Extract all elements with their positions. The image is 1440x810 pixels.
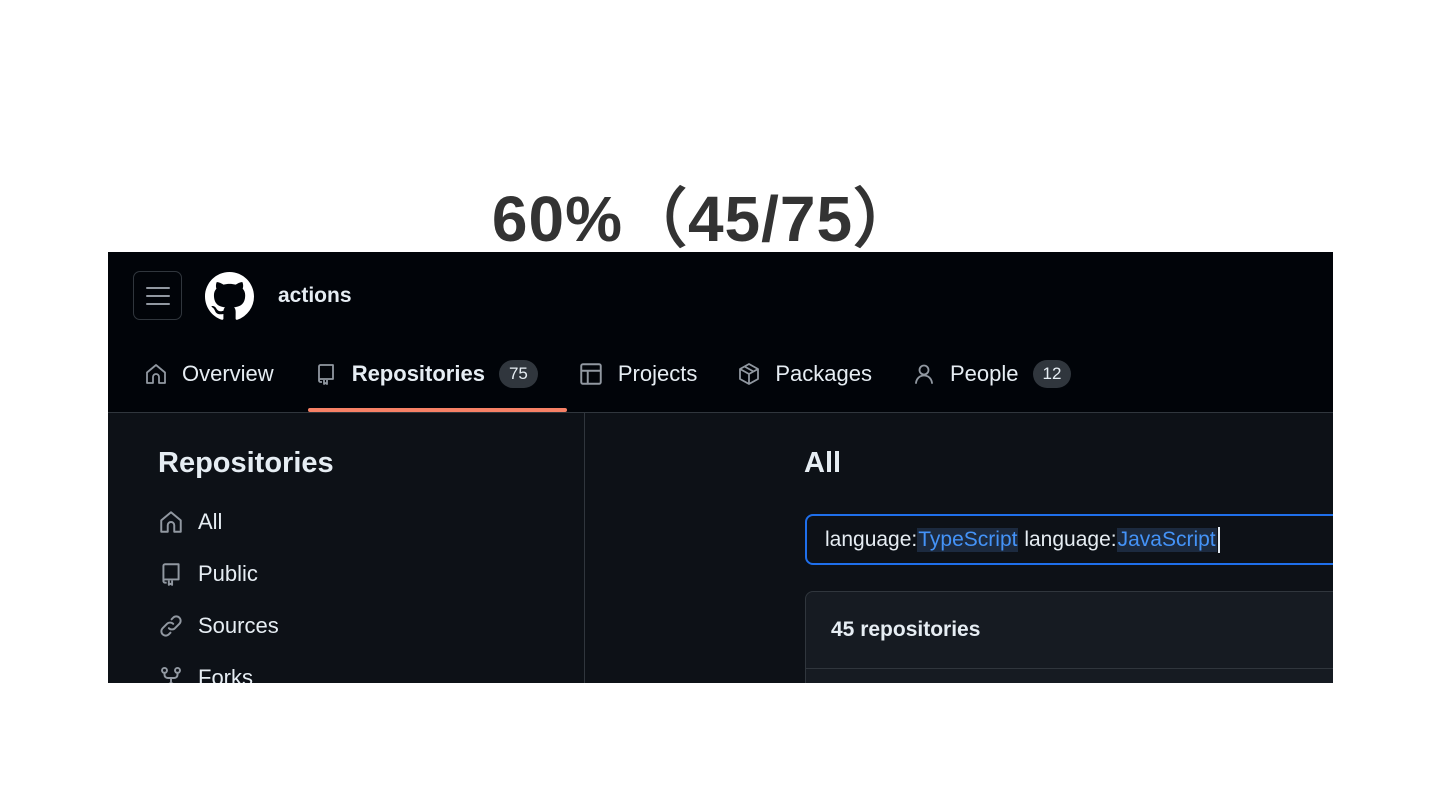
divider [806, 668, 1333, 669]
sidebar-item-public[interactable]: Public [158, 561, 258, 587]
tab-projects[interactable]: Projects [578, 361, 697, 387]
search-filter-value: TypeScript [917, 527, 1019, 552]
sidebar-item-all[interactable]: All [158, 509, 222, 535]
results-panel: 45 repositories [805, 591, 1333, 683]
org-name[interactable]: actions [278, 284, 352, 308]
home-icon [160, 511, 182, 533]
repository-search-input[interactable]: language: TypeScript language: JavaScript [805, 514, 1333, 565]
tab-label: Packages [775, 361, 872, 386]
sidebar-item-label: All [198, 509, 223, 534]
package-icon [739, 363, 760, 385]
sidebar-item-sources[interactable]: Sources [158, 613, 279, 639]
main-title: All [804, 447, 842, 479]
search-filter-key: language: [1024, 527, 1117, 551]
sidebar-item-label: Forks [198, 665, 253, 683]
people-count-badge: 12 [1032, 360, 1072, 388]
search-filter-value: JavaScript [1116, 527, 1217, 552]
sidebar-item-label: Public [198, 561, 258, 586]
repositories-sidebar: Repositories All Public Sources Forks [108, 413, 585, 683]
tab-repositories[interactable]: Repositories 75 [314, 360, 538, 388]
tab-people[interactable]: People 12 [912, 360, 1072, 388]
sidebar-item-label: Sources [198, 613, 279, 638]
tab-label: Repositories [351, 361, 485, 386]
fork-icon [161, 666, 181, 683]
org-header: actions Overview Repositories 75 Project… [108, 252, 1333, 413]
repo-icon [317, 364, 334, 385]
progress-caption: 60%（45/75） [491, 183, 919, 255]
tab-label: Projects [617, 361, 698, 386]
active-tab-underline [308, 408, 567, 412]
repositories-count-badge: 75 [498, 360, 538, 388]
org-tabs: Overview Repositories 75 Projects Packag… [144, 358, 1111, 390]
repo-icon [162, 563, 180, 586]
person-icon [915, 364, 933, 384]
tab-packages[interactable]: Packages [737, 361, 872, 387]
text-caret [1217, 526, 1220, 553]
table-icon [580, 363, 602, 385]
tab-overview[interactable]: Overview [144, 361, 274, 387]
sidebar-title: Repositories [158, 447, 334, 479]
search-filter-key: language: [825, 527, 918, 551]
hamburger-icon [145, 286, 170, 305]
tab-label: Overview [182, 361, 274, 386]
github-org-screenshot: actions Overview Repositories 75 Project… [108, 252, 1333, 683]
github-logo-icon[interactable] [205, 272, 254, 321]
tab-label: People [949, 361, 1019, 386]
menu-button[interactable] [133, 271, 182, 320]
link-icon [160, 615, 182, 637]
results-count: 45 repositories [831, 618, 981, 641]
sidebar-item-forks[interactable]: Forks [158, 665, 253, 683]
home-icon [146, 364, 166, 384]
